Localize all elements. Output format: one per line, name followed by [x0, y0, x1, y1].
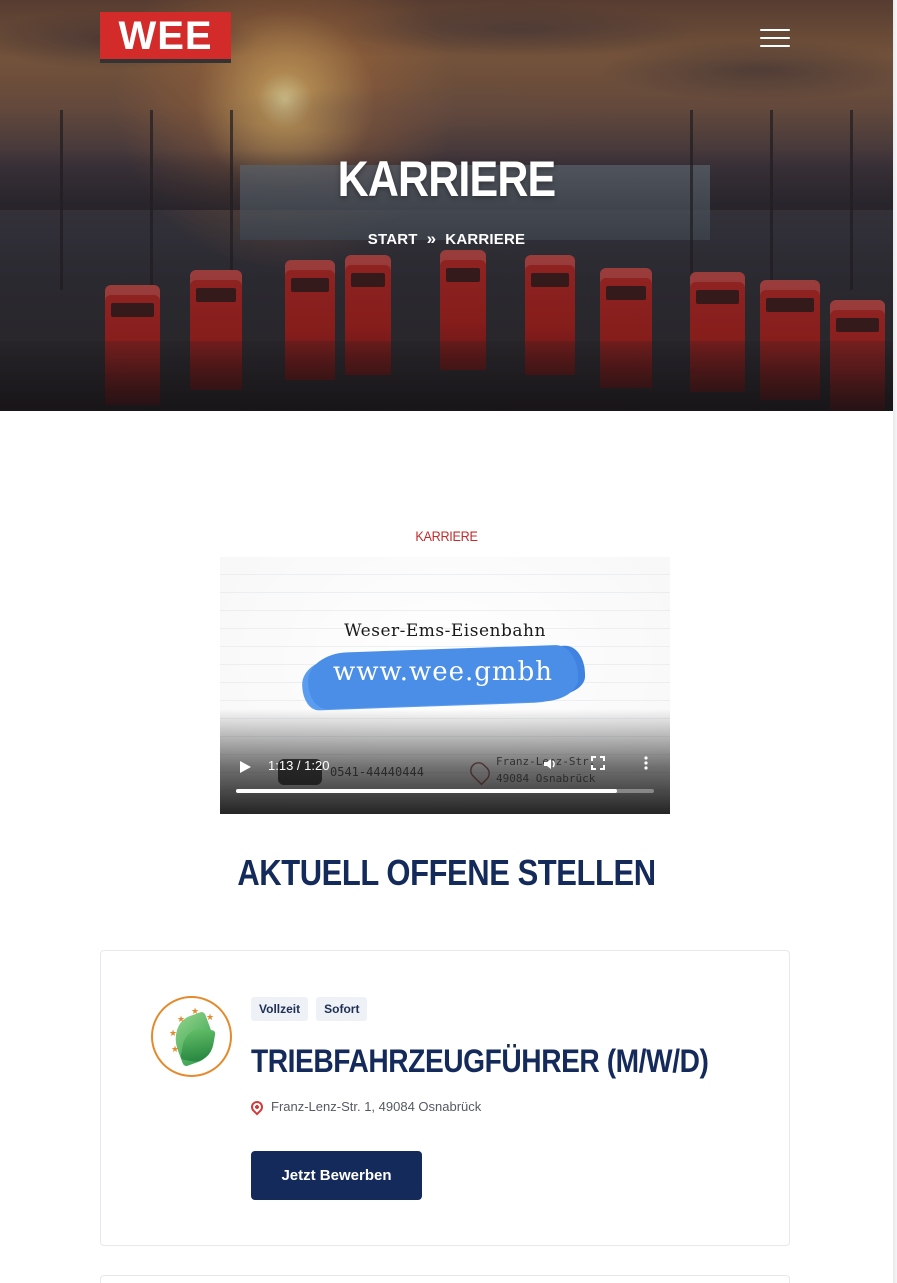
more-vertical-icon[interactable] — [636, 756, 656, 776]
company-logo: ★ ★ ★ ★ ★ — [151, 996, 232, 1077]
job-title[interactable]: TRIEBFAHRZEUGFÜHRER (M/W/D) — [251, 1043, 709, 1080]
page-title: KARRIERE — [337, 151, 557, 207]
video-player[interactable]: Weser-Ems-Eisenbahn www.wee.gmbh 0541-44… — [220, 557, 670, 814]
job-card — [100, 1275, 790, 1283]
section-label: KARRIERE — [415, 528, 478, 544]
job-tag: Sofort — [316, 997, 368, 1021]
video-progress-fill — [236, 789, 618, 793]
video-time: 1:13 / 1:20 — [268, 758, 330, 773]
site-logo[interactable]: WEE — [100, 12, 231, 63]
apply-button[interactable]: Jetzt Bewerben — [251, 1151, 422, 1200]
star-icon: ★ — [171, 1044, 180, 1054]
location-pin-icon — [248, 1098, 266, 1115]
star-icon: ★ — [206, 1012, 215, 1022]
job-card: ★ ★ ★ ★ ★ Vollzeit Sofort TRIEBFAHRZEUGF… — [100, 950, 790, 1246]
video-address-line2: 49084 Osnabrück — [496, 772, 596, 785]
video-url-text: www.wee.gmbh — [333, 657, 553, 687]
star-icon: ★ — [177, 1014, 186, 1024]
job-location-text: Franz-Lenz-Str. 1, 49084 Osnabrück — [271, 1099, 482, 1114]
video-brand-text: Weser-Ems-Eisenbahn — [344, 621, 546, 641]
video-progress-bar[interactable] — [236, 789, 654, 793]
star-icon: ★ — [169, 1028, 178, 1038]
breadcrumb: START » KARRIERE — [0, 229, 893, 249]
star-icon: ★ — [191, 1006, 200, 1016]
video-address-line1: Franz-Lenz-Str. — [496, 755, 596, 768]
hamburger-menu-icon[interactable] — [760, 29, 790, 49]
job-tag: Vollzeit — [251, 997, 309, 1021]
jobs-heading: AKTUELL OFFENE STELLEN — [237, 852, 656, 893]
volume-icon[interactable] — [540, 756, 560, 776]
scrollbar-track[interactable] — [893, 0, 897, 1283]
breadcrumb-current: KARRIERE — [445, 231, 526, 248]
job-location: Franz-Lenz-Str. 1, 49084 Osnabrück — [248, 1098, 482, 1115]
video-phone-text: 0541-44440444 — [330, 765, 424, 779]
fullscreen-icon[interactable] — [588, 756, 608, 776]
double-chevron-right-icon: » — [426, 229, 437, 248]
play-icon[interactable] — [237, 759, 253, 775]
breadcrumb-home-link[interactable]: START — [368, 231, 418, 248]
logo-text: WEE — [118, 13, 213, 58]
job-tags: Vollzeit Sofort — [251, 997, 368, 1021]
hero-banner: WEE KARRIERE START » KARRIERE — [0, 0, 893, 411]
